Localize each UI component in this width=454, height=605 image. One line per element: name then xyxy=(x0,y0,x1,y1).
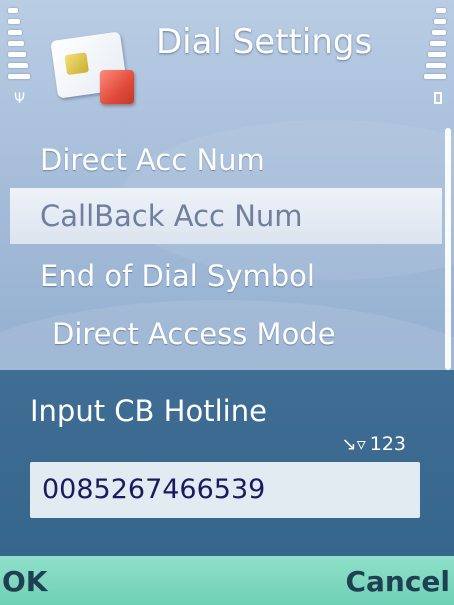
ok-softkey[interactable]: OK xyxy=(2,556,48,605)
battery-level-icon xyxy=(424,8,446,104)
hotline-input[interactable]: 0085267466539 xyxy=(30,462,420,518)
scrollbar[interactable] xyxy=(445,128,451,370)
list-item-label: Direct Access Mode xyxy=(52,317,336,351)
input-mode-indicator: ↘▿ 123 xyxy=(342,432,406,457)
antenna-icon: Ψ xyxy=(14,91,26,107)
list-item-end-of-dial-symbol[interactable]: End of Dial Symbol xyxy=(10,248,442,304)
list-item-label: End of Dial Symbol xyxy=(40,259,315,293)
battery-icon xyxy=(434,92,442,104)
list-item-label: CallBack Acc Num xyxy=(40,199,303,233)
phone-screen: Ψ Dial Settings Direct Acc Num CallBack … xyxy=(0,0,454,605)
list-item-label: Direct Acc Num xyxy=(40,143,265,177)
signal-strength-icon: Ψ xyxy=(8,8,30,106)
softkey-bar: OK Cancel xyxy=(0,556,454,605)
sim-card-icon xyxy=(48,26,142,110)
list-item-direct-acc-num[interactable]: Direct Acc Num xyxy=(10,132,442,188)
list-item-callback-acc-num[interactable]: CallBack Acc Num xyxy=(10,188,442,244)
page-title: Dial Settings xyxy=(156,22,373,62)
input-dialog: Input CB Hotline ↘▿ 123 0085267466539 xyxy=(0,370,454,556)
scrollbar-thumb[interactable] xyxy=(445,128,451,370)
pen-icon: ↘▿ xyxy=(341,434,366,455)
input-mode-label: 123 xyxy=(369,433,406,455)
dialog-title: Input CB Hotline xyxy=(30,394,267,428)
cancel-softkey[interactable]: Cancel xyxy=(345,556,450,605)
list-item-direct-access-mode[interactable]: Direct Access Mode xyxy=(10,306,442,362)
